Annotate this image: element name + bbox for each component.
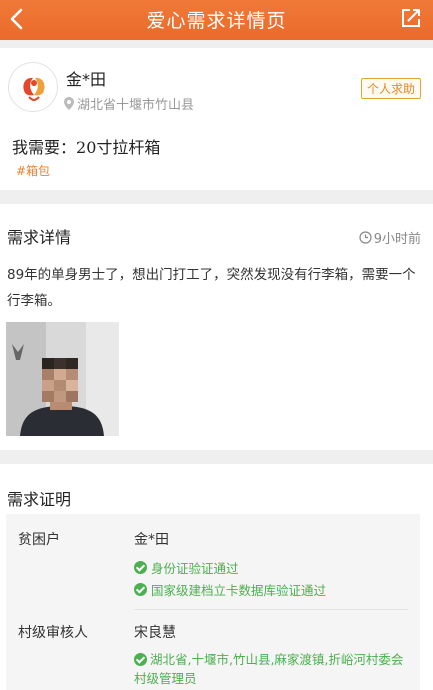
location-pin-icon bbox=[64, 97, 74, 110]
row-divider bbox=[134, 609, 408, 610]
personal-help-badge: 个人求助 bbox=[360, 78, 421, 99]
share-edit-icon[interactable] bbox=[399, 6, 423, 30]
requester-card: 金*田 湖北省十堰市竹山县 个人求助 我需要：20寸拉杆箱 #箱包 bbox=[0, 48, 433, 190]
post-time: 9小时前 bbox=[359, 228, 421, 247]
need-value: 20寸拉杆箱 bbox=[76, 138, 161, 157]
verified-item: 湖北省,十堰市,竹山县,麻家渡镇,折峪河村委会 村级管理员 bbox=[134, 650, 414, 688]
person-photo-image bbox=[6, 322, 119, 436]
verified-item: 身份证验证通过 bbox=[134, 558, 239, 577]
clock-icon bbox=[359, 231, 372, 244]
proof-row-value: 金*田 bbox=[134, 532, 169, 548]
need-line: 我需要：20寸拉杆箱 bbox=[12, 134, 160, 158]
requester-photo[interactable] bbox=[6, 322, 119, 436]
proof-list: 贫困户 金*田 身份证验证通过 国家级建档立卡数据库验证通过 村级审核人 宋良慧… bbox=[6, 514, 420, 690]
heart-hands-logo-icon bbox=[23, 77, 45, 101]
category-tag[interactable]: #箱包 bbox=[16, 162, 50, 179]
detail-card: 需求详情 9小时前 89年的单身男士了，想出门打工了，突然发现没有行李箱，需要一… bbox=[0, 204, 433, 450]
verified-text: 身份证验证通过 bbox=[151, 561, 239, 576]
proof-row-label: 贫困户 bbox=[18, 532, 60, 548]
verified-text: 国家级建档立卡数据库验证通过 bbox=[151, 583, 327, 598]
proof-title: 需求证明 bbox=[7, 490, 72, 509]
location-text: 湖北省十堰市竹山县 bbox=[77, 98, 195, 113]
proof-card: 需求证明 贫困户 金*田 身份证验证通过 国家级建档立卡数据库验证通过 村级审核… bbox=[0, 464, 433, 690]
check-circle-icon bbox=[134, 561, 147, 574]
detail-description: 89年的单身男士了，想出门打工了，突然发现没有行李箱，需要一个行李箱。 bbox=[7, 267, 416, 309]
app-header: 爱心需求详情页 bbox=[0, 0, 433, 40]
verified-text: 湖北省,十堰市,竹山县,麻家渡镇,折峪河村委会 村级管理员 bbox=[134, 652, 404, 686]
charity-logo-avatar bbox=[8, 62, 58, 112]
detail-title: 需求详情 bbox=[7, 228, 72, 247]
time-text: 9小时前 bbox=[373, 232, 421, 247]
requester-name: 金*田 bbox=[66, 70, 107, 89]
page-title: 爱心需求详情页 bbox=[146, 10, 287, 32]
check-circle-icon bbox=[134, 583, 147, 596]
proof-row-value: 宋良慧 bbox=[134, 625, 176, 641]
requester-location: 湖北省十堰市竹山县 bbox=[64, 94, 194, 113]
proof-row-label: 村级审核人 bbox=[18, 625, 88, 641]
need-label: 我需要： bbox=[12, 138, 77, 157]
check-circle-icon bbox=[134, 653, 147, 666]
verified-item: 国家级建档立卡数据库验证通过 bbox=[134, 580, 326, 599]
